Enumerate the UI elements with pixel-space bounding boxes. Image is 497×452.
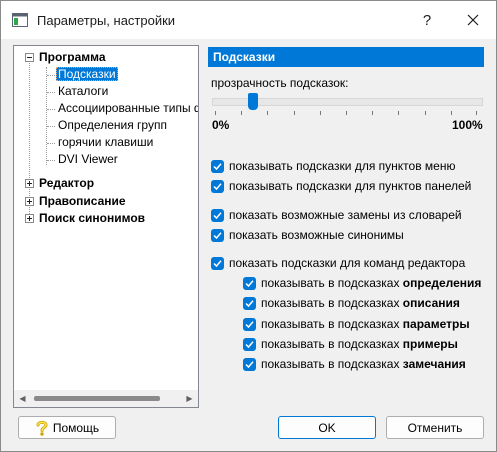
tree-item-hotkeys[interactable]: горячии клавиши — [58, 134, 153, 151]
tree-group-program[interactable]: Программа — [39, 49, 106, 66]
option-prefix: показывать в подсказках — [261, 276, 400, 290]
option-show-examples[interactable]: показывать в подсказках примеры — [243, 336, 458, 352]
tree-connector — [47, 160, 55, 161]
option-keyword: определения — [402, 276, 482, 290]
title-help-button[interactable]: ? — [404, 1, 450, 39]
option-prefix: показывать в подсказках — [261, 296, 400, 310]
checkbox-checked-icon[interactable] — [211, 228, 224, 242]
tree-connector — [47, 126, 55, 127]
help-glyph: ? — [422, 11, 432, 29]
option-label: показывать подсказки для пунктов панелей — [229, 179, 472, 193]
option-label: показать возможные замены из словарей — [229, 208, 462, 222]
option-prefix: показывать в подсказках — [261, 357, 400, 371]
checkbox-checked-icon[interactable] — [211, 159, 224, 173]
option-editor-commands[interactable]: показать подсказки для команд редактора — [211, 255, 465, 271]
window-title: Параметры, настройки — [37, 13, 176, 28]
checkbox-checked-icon[interactable] — [243, 357, 256, 371]
checkbox-checked-icon[interactable] — [211, 208, 224, 222]
tree-item-group-definitions[interactable]: Определения групп — [58, 117, 167, 134]
option-keyword: примеры — [402, 337, 458, 351]
option-prefix: показывать в подсказках — [261, 317, 400, 331]
tree-group-editor[interactable]: Редактор — [39, 175, 94, 192]
option-show-definitions[interactable]: показывать в подсказках определения — [243, 275, 481, 291]
tree-item-tooltips[interactable]: Подсказки — [56, 66, 118, 83]
tree-connector — [46, 67, 47, 165]
transparency-min-label: 0% — [212, 118, 230, 132]
ok-button[interactable]: OK — [278, 416, 376, 439]
tree-connector — [47, 143, 55, 144]
option-keyword: описания — [402, 296, 460, 310]
settings-tree[interactable]: Программа Подсказки Каталоги Ассоциирова… — [13, 45, 199, 408]
tree-item-dvi-viewer[interactable]: DVI Viewer — [58, 151, 118, 168]
help-button-label: Помощь — [52, 420, 100, 435]
option-dict-replacements[interactable]: показать возможные замены из словарей — [211, 207, 462, 223]
collapse-toggle-icon[interactable] — [25, 53, 34, 62]
expand-toggle-icon[interactable] — [25, 179, 34, 188]
option-show-descriptions[interactable]: показывать в подсказках описания — [243, 295, 460, 311]
cancel-button[interactable]: Отменить — [386, 416, 484, 439]
cancel-button-label: Отменить — [407, 420, 463, 435]
option-keyword: замечания — [402, 357, 466, 371]
checkbox-checked-icon[interactable] — [211, 256, 224, 270]
transparency-max-label: 100% — [452, 118, 483, 132]
option-keyword: параметры — [402, 317, 470, 331]
settings-dialog: Параметры, настройки ? Программа Подсказ… — [0, 0, 497, 452]
section-header: Подсказки — [208, 47, 484, 67]
checkbox-checked-icon[interactable] — [243, 337, 256, 351]
transparency-slider-thumb[interactable] — [248, 93, 258, 110]
checkbox-checked-icon[interactable] — [243, 317, 256, 331]
close-icon — [467, 14, 479, 26]
scroll-left-icon[interactable]: ◀ — [14, 390, 31, 407]
checkbox-checked-icon[interactable] — [243, 296, 256, 310]
transparency-label: прозрачность подсказок: — [211, 76, 349, 90]
tree-group-spelling[interactable]: Правописание — [39, 193, 126, 210]
tree-connector — [47, 75, 55, 76]
expand-toggle-icon[interactable] — [25, 197, 34, 206]
question-mark-icon — [36, 420, 48, 436]
tree-connector — [47, 92, 55, 93]
expand-toggle-icon[interactable] — [25, 214, 34, 223]
checkbox-checked-icon[interactable] — [211, 179, 224, 193]
checkbox-checked-icon[interactable] — [243, 276, 256, 290]
option-show-remarks[interactable]: показывать в подсказках замечания — [243, 356, 466, 372]
tree-item-catalogs[interactable]: Каталоги — [58, 83, 108, 100]
tree-horizontal-scrollbar[interactable]: ◀ ▶ — [14, 390, 198, 407]
option-menu-tips[interactable]: показывать подсказки для пунктов меню — [211, 158, 455, 174]
option-label: показать возможные синонимы — [229, 228, 404, 242]
tree-group-synonyms[interactable]: Поиск синонимов — [39, 210, 145, 227]
title-bar: Параметры, настройки ? — [1, 1, 496, 39]
tree-connector — [47, 109, 55, 110]
tree-item-file-types[interactable]: Ассоциированные типы ф — [58, 100, 198, 117]
tree-item-tooltips-label: Подсказки — [56, 67, 118, 81]
ok-button-label: OK — [318, 420, 336, 435]
tree-connector — [29, 58, 30, 218]
scroll-right-icon[interactable]: ▶ — [181, 390, 198, 407]
close-button[interactable] — [450, 1, 496, 39]
scroll-thumb[interactable] — [34, 396, 160, 401]
option-label: показать подсказки для команд редактора — [229, 256, 466, 270]
option-show-parameters[interactable]: показывать в подсказках параметры — [243, 316, 470, 332]
app-icon — [12, 13, 28, 27]
help-button[interactable]: Помощь — [18, 416, 116, 439]
option-label: показывать подсказки для пунктов меню — [229, 159, 456, 173]
slider-ticks — [215, 111, 477, 117]
option-synonyms[interactable]: показать возможные синонимы — [211, 227, 404, 243]
option-prefix: показывать в подсказках — [261, 337, 400, 351]
option-panel-tips[interactable]: показывать подсказки для пунктов панелей — [211, 178, 471, 194]
